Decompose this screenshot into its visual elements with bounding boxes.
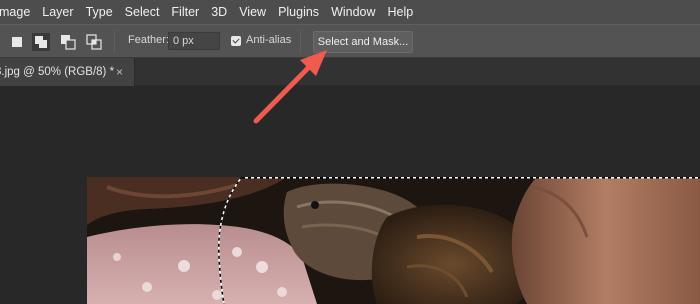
feather-input[interactable]: 0 px <box>168 32 220 50</box>
subtract-from-selection-icon[interactable] <box>60 34 76 50</box>
menu-help[interactable]: Help <box>382 0 420 24</box>
document-tab-label: 3.jpg @ 50% (RGB/8) * <box>0 66 115 78</box>
menu-view[interactable]: View <box>233 0 272 24</box>
document-image[interactable] <box>87 177 700 304</box>
separator <box>114 31 115 53</box>
add-to-selection-icon[interactable] <box>32 33 50 51</box>
menu-filter[interactable]: Filter <box>165 0 205 24</box>
close-icon[interactable]: × <box>116 58 123 86</box>
menu-3d[interactable]: 3D <box>205 0 233 24</box>
feather-label: Feather: <box>128 34 169 46</box>
options-bar: Feather: 0 px Anti-alias Select and Mask… <box>0 24 700 58</box>
separator <box>300 31 301 53</box>
menu-layer[interactable]: Layer <box>36 0 79 24</box>
canvas-area[interactable] <box>0 86 700 304</box>
menu-bar: mage Layer Type Select Filter 3D View Pl… <box>0 0 700 24</box>
menu-select[interactable]: Select <box>119 0 166 24</box>
menu-window[interactable]: Window <box>325 0 381 24</box>
menu-type[interactable]: Type <box>80 0 119 24</box>
new-selection-icon[interactable] <box>10 35 24 49</box>
menu-plugins[interactable]: Plugins <box>272 0 325 24</box>
intersect-selection-icon[interactable] <box>86 34 102 50</box>
photo-content <box>87 177 700 304</box>
menu-image[interactable]: mage <box>0 0 36 24</box>
document-tab-bar: 3.jpg @ 50% (RGB/8) * × <box>0 58 700 86</box>
document-tab[interactable]: 3.jpg @ 50% (RGB/8) * × <box>0 58 135 86</box>
select-and-mask-button[interactable]: Select and Mask... <box>313 31 413 53</box>
antialias-label: Anti-alias <box>246 34 292 46</box>
antialias-checkbox[interactable] <box>231 36 241 46</box>
